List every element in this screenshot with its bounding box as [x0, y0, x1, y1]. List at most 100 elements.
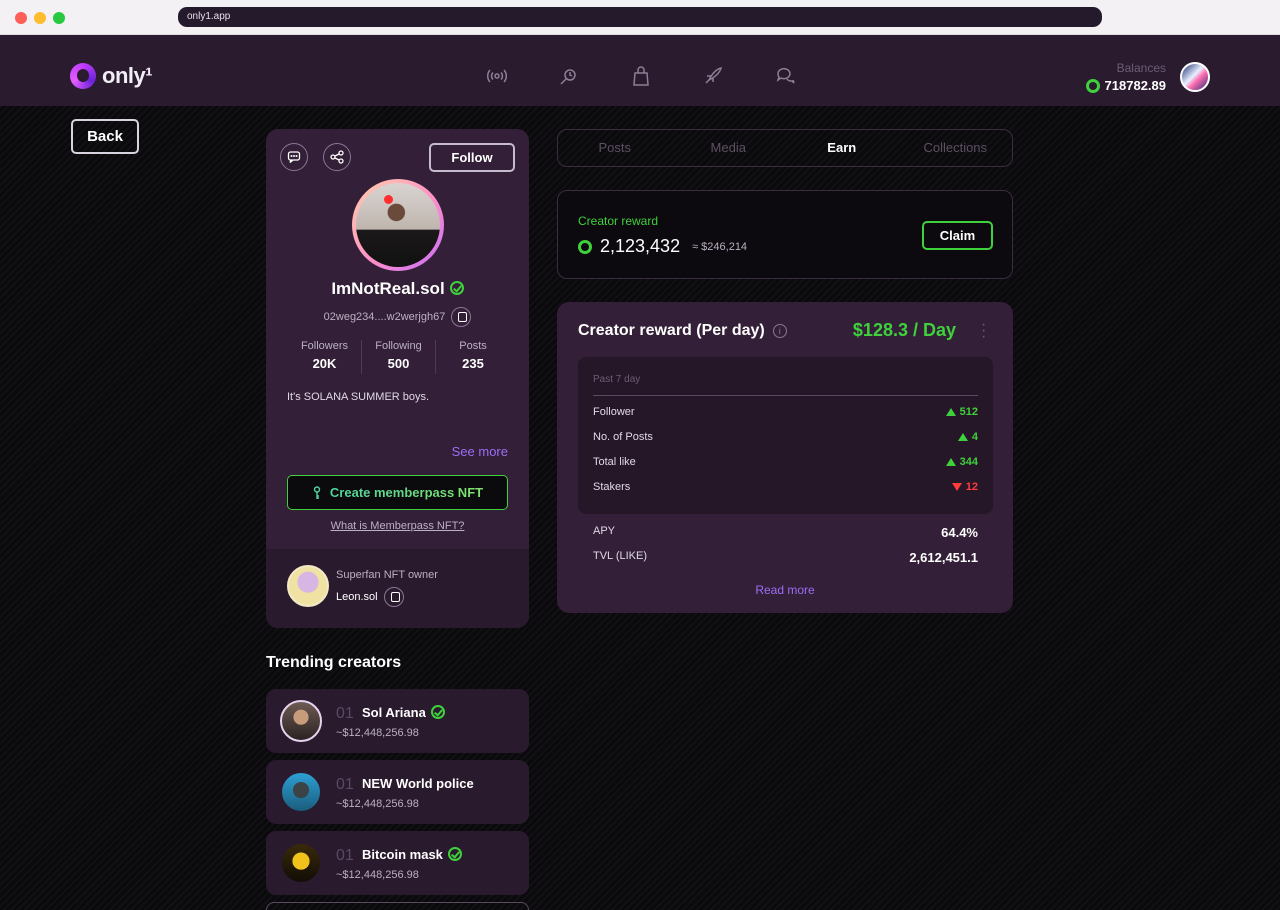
wallet-address: 02weg234....w2werjgh67: [323, 310, 446, 323]
tvl-row: TVL (LIKE) 2,612,451.1: [593, 550, 978, 565]
copy-owner-button[interactable]: [383, 587, 404, 607]
bag-icon[interactable]: [630, 65, 652, 87]
share-button[interactable]: [323, 143, 351, 171]
stat-label: Following: [375, 340, 422, 352]
balances-label: Balances: [1116, 61, 1166, 75]
create-memberpass-button[interactable]: Create memberpass NFT: [287, 475, 508, 510]
metrics-box: Past 7 day Follower 512 No. of Posts 4 T…: [578, 357, 993, 514]
tab-posts[interactable]: Posts: [558, 130, 672, 166]
profile-card: Follow ImNotReal.sol 02weg234....w2werjg…: [266, 129, 529, 628]
stat-posts[interactable]: Posts 235: [436, 340, 510, 374]
up-arrow-icon: [945, 458, 956, 466]
perday-value: $128.3 / Day: [852, 320, 956, 340]
trending-item[interactable]: 01 Bitcoin mask ~$12,448,256.98: [266, 831, 529, 895]
metric-row: Total like 344: [593, 456, 978, 468]
balances-value: 718782.89: [1104, 78, 1166, 93]
balances-value-row: 718782.89: [1085, 78, 1166, 93]
metric-label: No. of Posts: [593, 431, 653, 443]
rocket-search-icon[interactable]: [558, 65, 580, 87]
key-icon: [313, 485, 321, 499]
trending-item-partial[interactable]: [266, 902, 529, 910]
reward-per-day-card: Creator reward (Per day) i $128.3 / Day …: [557, 302, 1013, 613]
trending-value: ~$12,448,256.98: [336, 727, 419, 739]
more-options-icon[interactable]: · · ·: [981, 317, 986, 345]
trending-name: Bitcoin mask: [362, 847, 443, 862]
minimize-window-dot[interactable]: [34, 12, 46, 24]
stat-label: Followers: [300, 340, 349, 352]
copy-address-button[interactable]: [451, 307, 472, 327]
follow-button[interactable]: Follow: [429, 143, 515, 172]
trending-rank: 01: [336, 847, 354, 864]
info-icon[interactable]: i: [772, 324, 787, 338]
owner-avatar: [287, 565, 329, 607]
trending-item[interactable]: 01 NEW World police ~$12,448,256.98: [266, 760, 529, 824]
tab-earn[interactable]: Earn: [785, 130, 899, 166]
owner-name-row: Leon.sol: [336, 587, 404, 607]
chat-icon[interactable]: [774, 65, 796, 87]
perday-title: Creator reward (Per day): [578, 322, 765, 339]
what-is-memberpass-link[interactable]: What is Memberpass NFT?: [266, 520, 529, 532]
read-more-link[interactable]: Read more: [557, 583, 1013, 597]
trending-rank: 01: [336, 705, 354, 722]
create-memberpass-label: Create memberpass NFT: [329, 485, 484, 500]
share-icon: [330, 150, 344, 164]
see-more-link[interactable]: See more: [452, 444, 508, 459]
stat-value: 20K: [312, 356, 337, 371]
stat-followers[interactable]: Followers 20K: [288, 340, 362, 374]
user-avatar[interactable]: [1180, 62, 1210, 92]
trending-title: Trending creators: [266, 654, 402, 671]
stat-following[interactable]: Following 500: [362, 340, 436, 374]
superfan-owner[interactable]: Superfan NFT owner Leon.sol: [266, 549, 529, 628]
token-icon: [578, 239, 592, 254]
profile-stats: Followers 20K Following 500 Posts 235: [288, 340, 510, 374]
tab-collections[interactable]: Collections: [899, 130, 1013, 166]
browser-chrome: only1.app: [0, 0, 1280, 35]
owner-label: Superfan NFT owner: [336, 569, 438, 581]
metric-value: 12: [965, 481, 978, 493]
maximize-window-dot[interactable]: [53, 12, 65, 24]
down-arrow-icon: [951, 483, 962, 491]
trending-value: ~$12,448,256.98: [336, 798, 419, 810]
trending-avatar: [280, 842, 322, 884]
verified-icon: [430, 704, 445, 719]
perday-title-row: Creator reward (Per day) i: [578, 322, 787, 340]
profile-name-row: ImNotReal.sol: [266, 279, 529, 299]
broadcast-icon[interactable]: [486, 65, 508, 87]
close-window-dot[interactable]: [15, 12, 27, 24]
profile-tabs: Posts Media Earn Collections: [557, 129, 1013, 167]
reward-amount: 2,123,432: [600, 236, 681, 256]
metric-label: Total like: [593, 456, 636, 468]
balances: Balances 718782.89: [1085, 61, 1166, 93]
trending-name: Sol Ariana: [362, 705, 426, 720]
profile-avatar[interactable]: [352, 179, 444, 271]
message-button[interactable]: [280, 143, 308, 171]
trending-value: ~$12,448,256.98: [336, 869, 419, 881]
back-button[interactable]: Back: [71, 119, 139, 154]
metric-label: Follower: [593, 406, 635, 418]
url-bar[interactable]: only1.app: [178, 7, 1102, 27]
metric-row: No. of Posts 4: [593, 431, 978, 443]
claim-button[interactable]: Claim: [922, 221, 993, 250]
period-label: Past 7 day: [593, 374, 641, 385]
profile-name: ImNotReal.sol: [331, 279, 445, 298]
divider: [593, 395, 978, 396]
trending-name: NEW World police: [362, 776, 474, 791]
token-icon: [1085, 78, 1100, 93]
verified-icon: [447, 846, 462, 861]
up-arrow-icon: [957, 433, 968, 441]
logo[interactable]: only¹: [70, 63, 153, 89]
up-arrow-icon: [945, 408, 956, 416]
rocket-icon[interactable]: [702, 65, 724, 87]
logo-icon: [70, 63, 96, 89]
metric-row: Follower 512: [593, 406, 978, 418]
metric-value: 344: [959, 456, 978, 468]
tab-media[interactable]: Media: [672, 130, 786, 166]
trending-avatar: [280, 700, 322, 742]
main-nav: [486, 65, 796, 87]
tvl-label: TVL (LIKE): [593, 550, 647, 562]
trending-name-row: Sol Ariana: [362, 704, 445, 721]
metric-row: Stakers 12: [593, 481, 978, 493]
trending-item[interactable]: 01 Sol Ariana ~$12,448,256.98: [266, 689, 529, 753]
profile-bio: It's SOLANA SUMMER boys.: [287, 391, 430, 403]
stat-value: 500: [387, 356, 410, 371]
